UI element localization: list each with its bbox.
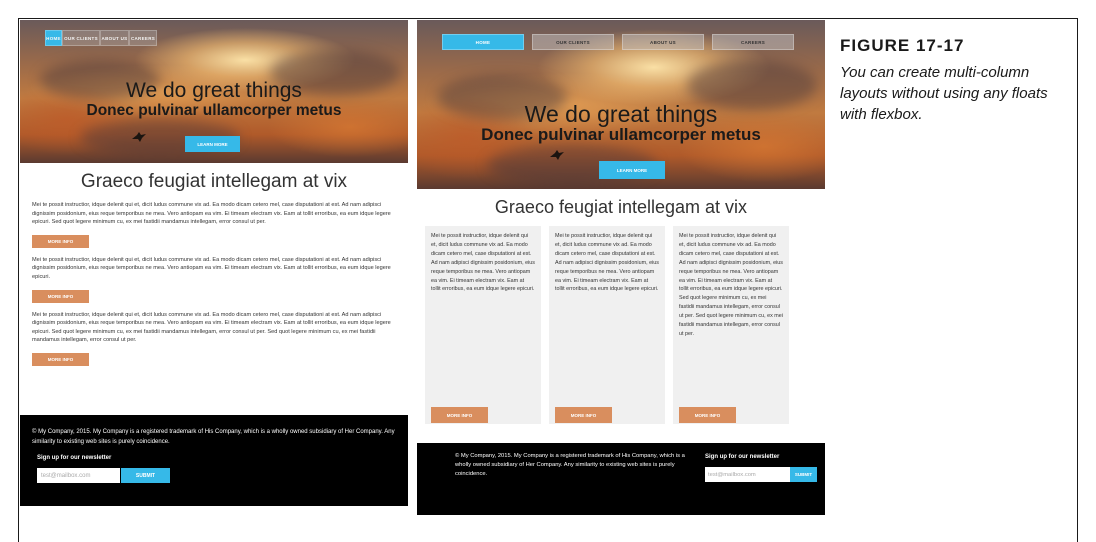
learn-more-button[interactable]: LEARN MORE [599, 161, 665, 179]
column-card: Mei te possit instructior, idque delenit… [425, 226, 541, 424]
paragraph: Mei te possit instructior, idque delenit… [32, 311, 391, 344]
newsletter-submit-button[interactable]: SUBMIT [790, 467, 817, 482]
hero-title: We do great things [126, 79, 302, 102]
more-info-button[interactable]: MORE INFO [32, 234, 89, 248]
newsletter-submit-button[interactable]: SUBMIT [121, 468, 170, 483]
footer-copyright: © My Company, 2015. My Company is a regi… [455, 453, 685, 477]
flexbox-column-layout-screenshot: HOME OUR CLIENTS ABOUT US CAREERS We do … [417, 20, 825, 515]
more-info-button[interactable]: MORE INFO [555, 407, 612, 423]
nav-item-careers[interactable]: CAREERS [712, 34, 794, 50]
paragraph: Mei te possit instructior, idque delenit… [431, 233, 535, 293]
nav-item-our-clients[interactable]: OUR CLIENTS [532, 34, 614, 50]
section-heading: Graeco feugiat intellegam at vix [80, 171, 348, 192]
more-info-button[interactable]: MORE INFO [679, 407, 736, 423]
hero-title: We do great things [524, 101, 718, 127]
paragraph: Mei te possit instructior, idque delenit… [32, 256, 391, 280]
nav-item-careers[interactable]: CAREERS [129, 30, 157, 46]
flex-columns: Mei te possit instructior, idque delenit… [425, 226, 817, 424]
hero-banner: HOME OUR CLIENTS ABOUT US CAREERS We do … [20, 20, 408, 163]
hero-subtitle: Donec pulvinar ullamcorper metus [481, 125, 761, 144]
paragraph: Mei te possit instructior, idque delenit… [32, 202, 391, 226]
nav-item-home[interactable]: HOME [442, 34, 524, 50]
paragraph: Mei te possit instructior, idque delenit… [555, 233, 659, 293]
newsletter-email-input[interactable]: test@mailbox.com [705, 467, 790, 482]
bird-icon [550, 150, 564, 160]
paragraph: Mei te possit instructior, idque delenit… [679, 233, 783, 337]
nav-item-about-us[interactable]: ABOUT US [622, 34, 704, 50]
nav-item-our-clients[interactable]: OUR CLIENTS [62, 30, 100, 46]
learn-more-button[interactable]: LEARN MORE [185, 136, 240, 152]
hero-banner: HOME OUR CLIENTS ABOUT US CAREERS We do … [417, 20, 825, 189]
more-info-button[interactable]: MORE INFO [32, 289, 89, 303]
bird-icon [132, 132, 146, 142]
column-card: Mei te possit instructior, idque delenit… [673, 226, 789, 424]
nav-item-home[interactable]: HOME [45, 30, 62, 46]
more-info-button[interactable]: MORE INFO [32, 352, 89, 366]
newsletter-label: Sign up for our newsletter [705, 454, 780, 460]
section-heading: Graeco feugiat intellegam at vix [494, 197, 748, 217]
single-column-layout-screenshot: HOME OUR CLIENTS ABOUT US CAREERS We do … [20, 20, 408, 506]
main-content: Graeco feugiat intellegam at vix Mei te … [417, 189, 825, 443]
main-nav: HOME OUR CLIENTS ABOUT US CAREERS [442, 34, 798, 50]
footer-copyright: © My Company, 2015. My Company is a regi… [32, 429, 395, 445]
more-info-button[interactable]: MORE INFO [431, 407, 488, 423]
newsletter-email-input[interactable]: test@mailbox.com [37, 468, 120, 483]
newsletter-label: Sign up for our newsletter [37, 455, 112, 461]
figure-title: FIGURE 17-17 [840, 36, 965, 55]
column-card: Mei te possit instructior, idque delenit… [549, 226, 665, 424]
hero-subtitle: Donec pulvinar ullamcorper metus [86, 102, 342, 119]
main-content: Graeco feugiat intellegam at vix Mei te … [20, 163, 408, 415]
main-nav: HOME OUR CLIENTS ABOUT US CAREERS [45, 30, 157, 46]
figure-caption: You can create multi-column layouts with… [840, 64, 1048, 123]
nav-item-about-us[interactable]: ABOUT US [100, 30, 129, 46]
